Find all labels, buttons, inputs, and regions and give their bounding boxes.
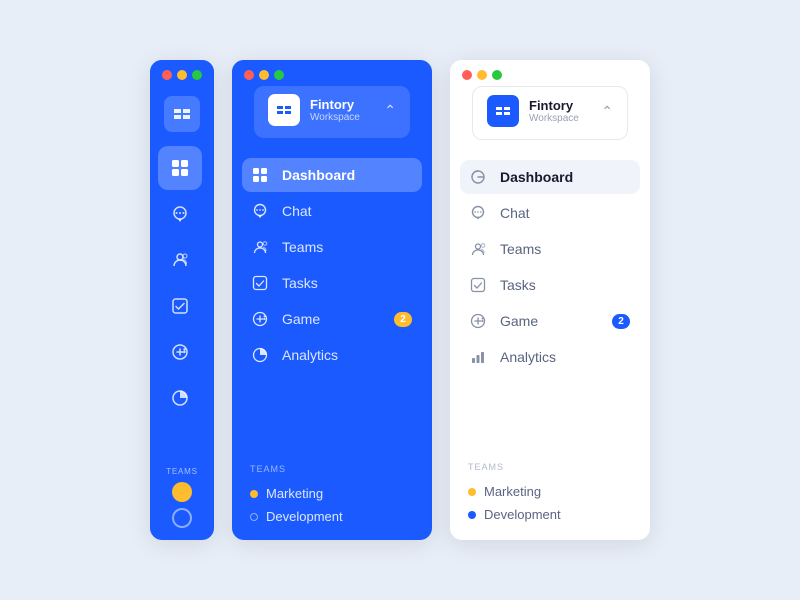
nav-label-chat: Chat: [282, 203, 312, 219]
logo-icon: [164, 96, 200, 132]
team-dot-dev: [172, 508, 192, 528]
close-button[interactable]: [162, 70, 172, 80]
nav-icon-dashboard[interactable]: [158, 146, 202, 190]
close-button-3[interactable]: [462, 70, 472, 80]
nav-analytics-blue[interactable]: Analytics: [242, 338, 422, 372]
nav-label-game: Game: [282, 311, 320, 327]
nav-label-tasks-light: Tasks: [500, 277, 536, 293]
minimize-button[interactable]: [259, 70, 269, 80]
expand-button[interactable]: [274, 70, 284, 80]
workspace-name-2: Fintory: [310, 97, 374, 113]
analytics-icon-light: [470, 349, 490, 365]
team-name-dev-light: Development: [484, 507, 561, 522]
chat-icon: [252, 203, 272, 219]
workspace-chevron-3[interactable]: ⌃: [601, 103, 613, 120]
nav-label-analytics: Analytics: [282, 347, 338, 363]
game-icon-light: [470, 313, 490, 329]
nav-dashboard-light[interactable]: Dashboard: [460, 160, 640, 194]
panel-icon-sidebar: TEAMS: [150, 60, 214, 540]
workspace-header-2[interactable]: Fintory Workspace ⌃: [232, 86, 432, 148]
workspace-sub-2: Workspace: [310, 112, 374, 123]
tasks-icon-light: [470, 277, 490, 293]
team-name-marketing-light: Marketing: [484, 484, 541, 499]
dashboard-icon: [252, 167, 272, 183]
workspace-text-3: Fintory Workspace: [529, 98, 591, 125]
app-logo: [150, 86, 214, 146]
nav-label-teams: Teams: [282, 239, 323, 255]
nav-game-blue[interactable]: Game 2: [242, 302, 422, 336]
nav-icon-game[interactable]: [158, 330, 202, 374]
nav-tasks-light[interactable]: Tasks: [460, 268, 640, 302]
traffic-lights-1: [150, 60, 214, 86]
nav-icon-analytics[interactable]: [158, 376, 202, 420]
close-button[interactable]: [244, 70, 254, 80]
team-row-marketing-light[interactable]: Marketing: [464, 480, 636, 503]
teams-label-2: TEAMS: [246, 464, 418, 474]
workspace-name-3: Fintory: [529, 98, 591, 114]
traffic-lights-2: [232, 60, 432, 86]
panel3-teams-section: TEAMS Marketing Development: [450, 448, 650, 540]
minimize-button-3[interactable]: [477, 70, 487, 80]
nav-label-dashboard-light: Dashboard: [500, 169, 573, 185]
traffic-lights-3: [450, 60, 650, 86]
workspace-logo-3: [487, 95, 519, 127]
team-row-development-light[interactable]: Development: [464, 503, 636, 526]
nav-label-analytics-light: Analytics: [500, 349, 556, 365]
nav-teams-blue[interactable]: Teams: [242, 230, 422, 264]
panel2-teams-section: TEAMS Marketing Development: [232, 452, 432, 540]
team-row-development[interactable]: Development: [246, 505, 418, 528]
icon-nav: [150, 146, 214, 420]
nav-icon-teams[interactable]: [158, 238, 202, 282]
minimize-button[interactable]: [177, 70, 187, 80]
nav-icon-chat[interactable]: [158, 192, 202, 236]
dashboard-icon-light: [470, 169, 490, 185]
panel-light-sidebar: Fintory Workspace ⌃ Dashboard: [450, 60, 650, 540]
nav-game-light[interactable]: Game 2: [460, 304, 640, 338]
nav-analytics-light[interactable]: Analytics: [460, 340, 640, 374]
team-color-marketing: [250, 490, 258, 498]
teams-icon-light: [470, 241, 490, 257]
nav-label-chat-light: Chat: [500, 205, 530, 221]
nav-chat-light[interactable]: Chat: [460, 196, 640, 230]
nav-teams-light[interactable]: Teams: [460, 232, 640, 266]
team-dot-marketing: [172, 482, 192, 502]
nav-label-game-light: Game: [500, 313, 538, 329]
panel1-teams-section: TEAMS: [150, 455, 214, 540]
tasks-icon: [252, 275, 272, 291]
panel-expanded-blue: Fintory Workspace ⌃ Dashboard: [232, 60, 432, 540]
team-color-marketing-light: [468, 488, 476, 496]
game-icon: [252, 311, 272, 327]
expanded-nav-blue: Dashboard Chat: [232, 148, 432, 372]
teams-icon: [252, 239, 272, 255]
workspace-logo-2: [268, 94, 300, 126]
teams-label: TEAMS: [166, 467, 198, 476]
team-color-dev: [250, 513, 258, 521]
expanded-nav-light: Dashboard Chat: [450, 150, 650, 374]
workspace-sub-3: Workspace: [529, 113, 591, 124]
workspace-chevron-2[interactable]: ⌃: [384, 102, 396, 119]
game-badge-light: 2: [612, 314, 630, 329]
chat-icon-light: [470, 205, 490, 221]
nav-label-teams-light: Teams: [500, 241, 541, 257]
teams-label-3: TEAMS: [464, 462, 636, 472]
analytics-icon: [252, 347, 272, 363]
nav-dashboard-blue[interactable]: Dashboard: [242, 158, 422, 192]
team-color-dev-light: [468, 511, 476, 519]
expand-button-3[interactable]: [492, 70, 502, 80]
expand-button[interactable]: [192, 70, 202, 80]
nav-tasks-blue[interactable]: Tasks: [242, 266, 422, 300]
workspace-text-2: Fintory Workspace: [310, 97, 374, 124]
team-name-marketing: Marketing: [266, 486, 323, 501]
workspace-header-3[interactable]: Fintory Workspace ⌃: [450, 86, 650, 150]
nav-chat-blue[interactable]: Chat: [242, 194, 422, 228]
nav-label-tasks: Tasks: [282, 275, 318, 291]
team-row-marketing[interactable]: Marketing: [246, 482, 418, 505]
nav-label-dashboard: Dashboard: [282, 167, 355, 183]
team-name-dev: Development: [266, 509, 343, 524]
game-badge: 2: [394, 312, 412, 327]
nav-icon-tasks[interactable]: [158, 284, 202, 328]
